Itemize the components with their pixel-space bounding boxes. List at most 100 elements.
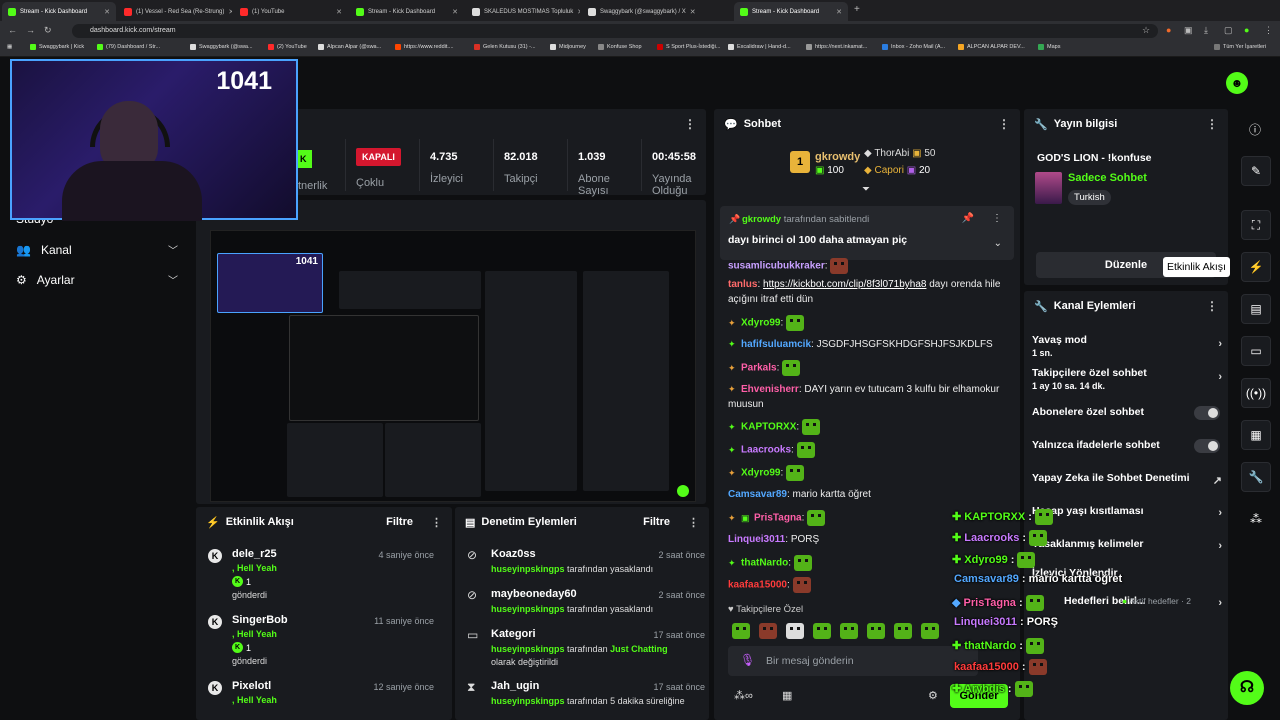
tab-stream-kick-2[interactable]: Stream - Kick Dashboard ✕ — [350, 2, 464, 21]
menu-dots-icon[interactable]: ⋮ — [1264, 25, 1273, 36]
emote-icon[interactable] — [813, 622, 831, 639]
download-icon[interactable]: ⤓ — [1204, 25, 1208, 36]
bookmark-item[interactable]: (79) Dashboard / Str... — [97, 44, 160, 50]
emote-icon[interactable] — [921, 622, 939, 639]
bookmark-star-icon[interactable]: ☆ — [1142, 25, 1150, 36]
mod-actor[interactable]: huseyinpskingps — [491, 644, 565, 654]
chat-settings-gear-icon[interactable]: ⚙ — [928, 689, 938, 702]
info-icon[interactable]: ⓘ — [1249, 121, 1261, 138]
close-icon[interactable]: ✕ — [836, 8, 842, 16]
extensions-puzzle-icon[interactable]: ▣ — [1184, 25, 1193, 36]
tab-stream-kick-3[interactable]: Stream - Kick Dashboard ✕ — [734, 2, 848, 21]
close-icon[interactable]: ✕ — [577, 8, 580, 16]
bookmark-item[interactable]: Maps — [1038, 44, 1060, 50]
goals-setting[interactable]: Hedefleri belirl... ● Aktif hedefler · 2 › — [1032, 595, 1222, 609]
new-tab-icon[interactable]: + — [854, 4, 860, 15]
event-user[interactable]: dele_r25 — [232, 548, 277, 560]
bookmark-item[interactable]: ALPCAN ALPAR DEV... — [958, 44, 1025, 50]
emotes-only-toggle[interactable] — [1194, 439, 1220, 453]
bookmark-item[interactable]: (2) YouTube — [268, 44, 307, 50]
address-bar[interactable]: dashboard.kick.com/stream — [72, 24, 1158, 38]
close-icon[interactable]: ✕ — [228, 8, 232, 16]
bookmark-item[interactable]: Gelen Kutusu (31) -... — [474, 44, 536, 50]
chat-link[interactable]: https://kickbot.com/clip/8f3l071byha8 — [763, 279, 926, 290]
broadcast-icon[interactable]: ((•)) — [1241, 378, 1271, 408]
more-options-icon[interactable]: ⋮ — [992, 213, 1002, 224]
chat-user[interactable]: KAPTORXX — [741, 422, 796, 433]
more-options-icon[interactable]: ⋮ — [998, 117, 1010, 131]
chat-user[interactable]: kaafaa15000 — [728, 580, 787, 591]
slow-mode-setting[interactable]: Yavaş mod 1 sn. › — [1032, 334, 1222, 358]
tab-skaledus[interactable]: SKALEDUS MOSTIMAS Topluluk✕ — [466, 2, 580, 21]
chat-bubble-icon[interactable]: ▭ — [1241, 336, 1271, 366]
chat-user[interactable]: thatNardo — [741, 558, 788, 569]
mod-actor[interactable]: huseyinpskingps — [491, 696, 565, 706]
emotes-only-setting[interactable]: Yalnızca ifadelerle sohbet — [1032, 439, 1222, 453]
close-icon[interactable]: ✕ — [690, 8, 696, 16]
close-icon[interactable]: ✕ — [104, 8, 110, 16]
chat-user[interactable]: Camsavar89 — [728, 489, 787, 500]
banned-words-setting[interactable]: Yasaklanmış kelimeler › — [1032, 538, 1222, 552]
chat-user[interactable]: Parkals — [741, 363, 777, 374]
chat-user[interactable]: PrisTagna — [754, 513, 802, 524]
microphone-icon[interactable]: 🎙 — [740, 653, 755, 667]
emote-icon[interactable] — [840, 622, 858, 639]
chevron-down-icon[interactable]: ⌄ — [994, 238, 1002, 249]
mod-target[interactable]: Koaz0ss — [491, 548, 536, 560]
sidebar-item-channel[interactable]: 👥 Kanal ﹀ — [16, 242, 178, 258]
chat-user[interactable]: hafifsuluamcik — [741, 339, 811, 350]
all-bookmarks[interactable]: Tüm Yer İşaretleri — [1214, 44, 1266, 50]
event-user[interactable]: Pixelotl — [232, 680, 271, 692]
mod-actor[interactable]: huseyinpskingps — [491, 604, 565, 614]
forward-icon[interactable]: → — [26, 25, 35, 35]
emote-icon[interactable] — [759, 622, 777, 639]
layout-icon[interactable]: ▦ — [1241, 420, 1271, 450]
chat-input[interactable]: 🎙 Bir mesaj gönderin — [728, 646, 978, 676]
bookmark-item[interactable]: Swaggybark (@swa... — [190, 44, 253, 50]
bookmark-item[interactable]: https://next.inkamat... — [806, 44, 867, 50]
subs-only-toggle[interactable] — [1194, 406, 1220, 420]
back-icon[interactable]: ← — [8, 25, 17, 35]
notes-icon[interactable]: ▤ — [1241, 294, 1271, 324]
ai-moderation-setting[interactable]: Yapay Zeka ile Sohbet Denetimi ↗ — [1032, 472, 1222, 487]
bookmark-item[interactable]: Swaggybark | Kick — [30, 44, 84, 50]
profile-avatar[interactable]: ☻ — [1226, 72, 1248, 94]
more-options-icon[interactable]: ⋮ — [688, 516, 699, 529]
bookmark-item[interactable]: https://www.reddit.... — [395, 44, 454, 50]
emote-icon[interactable] — [786, 622, 804, 639]
sidebar-item-settings[interactable]: ⚙ Ayarlar ﹀ — [16, 272, 178, 288]
event-user[interactable]: SingerBob — [232, 614, 288, 626]
emote-icon[interactable] — [894, 622, 912, 639]
bookmark-item[interactable]: S Sport Plus-İstediği... — [657, 44, 720, 50]
more-options-icon[interactable]: ⋮ — [1206, 299, 1218, 313]
category-thumbnail[interactable] — [1035, 172, 1062, 204]
screen-capture-icon[interactable]: ⛶ — [1241, 210, 1271, 240]
leaderboard-user[interactable]: Capori — [874, 165, 903, 176]
account-age-setting[interactable]: Hesap yaşı kısıtlaması › — [1032, 505, 1222, 519]
chat-tools-icon[interactable]: ⁂∞ — [734, 689, 753, 702]
apps-grid-icon[interactable]: ▦ — [7, 44, 12, 50]
chat-user[interactable]: tanlus — [728, 279, 757, 290]
mod-actor[interactable]: huseyinpskingps — [491, 564, 565, 574]
tab-stream-kick-1[interactable]: Stream - Kick Dashboard ✕ — [2, 2, 116, 21]
leaderboard-user[interactable]: ThorAbi — [874, 148, 909, 159]
mod-target[interactable]: Jah_ugin — [491, 680, 539, 692]
status-badge[interactable]: KAPALI — [356, 148, 401, 166]
bookmark-item[interactable]: Inbox - Zoho Mail (A... — [882, 44, 945, 50]
profile-avatar-icon[interactable]: ● — [1244, 25, 1249, 35]
more-options-icon[interactable]: ⋮ — [1206, 117, 1218, 131]
collapse-leaderboard-icon[interactable]: ⏷ — [862, 184, 870, 195]
leaderboard-user[interactable]: gkrowdy — [815, 151, 860, 163]
edit-pencil-icon[interactable]: ✎ — [1241, 156, 1271, 186]
emote-icon[interactable] — [732, 622, 750, 639]
tab-vessel[interactable]: (1) Vessel - Red Sea (Re-Strung) ✕ — [118, 2, 232, 21]
stream-preview-video[interactable]: 1041 — [210, 230, 696, 502]
emote-icon[interactable] — [867, 622, 885, 639]
filter-button[interactable]: Filtre — [643, 516, 670, 528]
bookmark-item[interactable]: Midjourney — [550, 44, 586, 50]
stream-category[interactable]: Sadece Sohbet — [1068, 172, 1147, 184]
unpin-icon[interactable]: 📌 — [962, 213, 974, 224]
pinned-user[interactable]: gkrowdy — [742, 214, 781, 225]
more-options-icon[interactable]: ⋮ — [431, 516, 442, 529]
bookmark-item[interactable]: Excalidraw | Hand-d... — [728, 44, 791, 50]
